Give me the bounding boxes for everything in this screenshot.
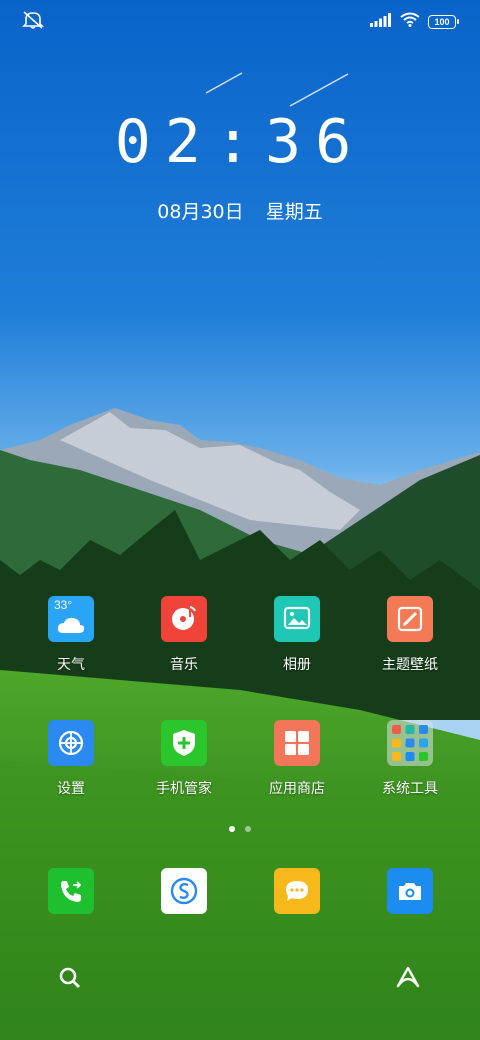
folder-system-tools[interactable]: 系统工具 (360, 720, 460, 798)
phone-icon (48, 868, 94, 914)
app-label: 手机管家 (156, 781, 212, 797)
page-dot-active[interactable] (229, 826, 235, 832)
wifi-icon (400, 12, 420, 31)
dock-phone[interactable] (21, 868, 121, 914)
page-indicator (0, 826, 480, 832)
settings-icon (48, 720, 94, 766)
dock-messages[interactable] (247, 868, 347, 914)
app-label: 相册 (283, 657, 311, 673)
browser-icon (161, 868, 207, 914)
signal-icon (370, 12, 392, 31)
app-security[interactable]: 手机管家 (134, 720, 234, 798)
app-label: 主题壁纸 (382, 657, 438, 673)
battery-icon: 100 (428, 14, 459, 29)
dock-camera[interactable] (360, 868, 460, 914)
search-icon[interactable] (58, 966, 82, 994)
app-weather[interactable]: 33° 天气 (21, 596, 121, 674)
app-label: 系统工具 (382, 781, 438, 797)
app-label: 设置 (57, 781, 85, 797)
page-dot[interactable] (245, 826, 251, 832)
app-label: 应用商店 (269, 781, 325, 797)
camera-icon (387, 868, 433, 914)
music-icon (161, 596, 207, 642)
weather-icon: 33° (48, 596, 94, 642)
clock-weekday: 星期五 (265, 201, 323, 223)
battery-level: 100 (434, 16, 450, 27)
global-search-bar[interactable] (40, 950, 440, 1004)
clock-time[interactable]: 02:36 (0, 112, 480, 172)
app-theme[interactable]: 主题壁纸 (360, 596, 460, 674)
weather-temp: 33° (54, 598, 73, 612)
theme-icon (387, 596, 433, 642)
app-store[interactable]: 应用商店 (247, 720, 347, 798)
app-label: 音乐 (170, 657, 198, 673)
messages-icon (274, 868, 320, 914)
status-bar: 100 (0, 0, 480, 40)
appstore-icon (274, 720, 320, 766)
app-label: 天气 (57, 657, 85, 673)
app-gallery[interactable]: 相册 (247, 596, 347, 674)
assistant-icon[interactable] (394, 964, 422, 994)
dock-browser[interactable] (134, 868, 234, 914)
app-settings[interactable]: 设置 (21, 720, 121, 798)
security-icon (161, 720, 207, 766)
clock-date-row[interactable]: 08月30日 星期五 (0, 197, 480, 224)
mute-icon (22, 10, 44, 34)
gallery-icon (274, 596, 320, 642)
app-music[interactable]: 音乐 (134, 596, 234, 674)
clock-date: 08月30日 (157, 201, 244, 223)
folder-icon (387, 720, 433, 766)
